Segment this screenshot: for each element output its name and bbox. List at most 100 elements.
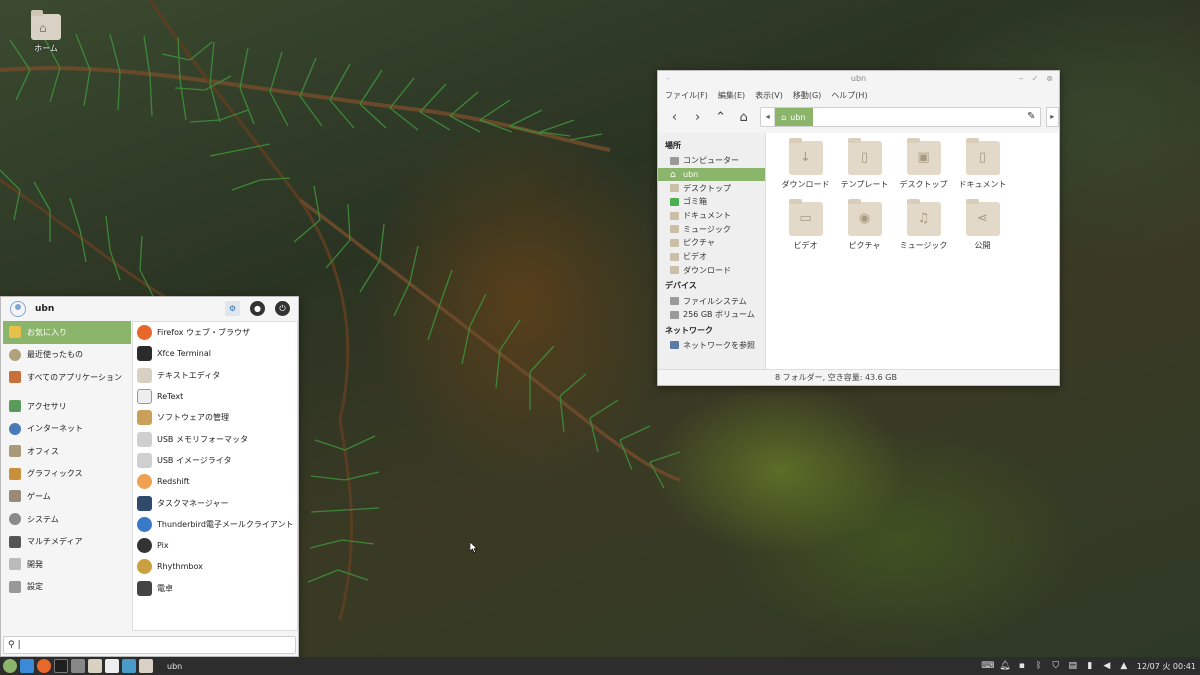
category-internet[interactable]: インターネット (3, 417, 131, 440)
desktop-home-icon[interactable]: ⌂ ホーム (24, 10, 68, 54)
sidebar-item-volume[interactable]: 256 GB ボリューム (658, 308, 765, 322)
chat-icon[interactable]: ▪ (1016, 660, 1028, 672)
terminal-icon[interactable] (54, 659, 68, 673)
location-bar[interactable]: ◂ ⌂ ubn ✎ (760, 107, 1041, 127)
search-input[interactable]: ⚲ | (3, 636, 296, 654)
category-label: システム (27, 514, 59, 524)
sidebar-item-desktop[interactable]: デスクトップ (658, 181, 765, 195)
battery-icon[interactable]: ▮ (1084, 660, 1096, 672)
menu-help[interactable]: ヘルプ(H) (831, 90, 867, 101)
folder-label: デスクトップ (899, 180, 948, 189)
file-manager-icon[interactable] (139, 659, 153, 673)
show-desktop-icon[interactable] (20, 659, 34, 673)
path-crumb-home[interactable]: ⌂ ubn (775, 108, 814, 126)
path-scroll-right-icon[interactable]: ▸ (1045, 107, 1060, 127)
app-usb-image-writer[interactable]: USB イメージライタ (133, 450, 297, 471)
category-recent[interactable]: 最近使ったもの (3, 344, 131, 367)
category-favorites[interactable]: お気に入り (3, 321, 131, 344)
folder-item-desktop[interactable]: ▣ デスクトップ (894, 138, 953, 190)
folder-item-videos[interactable]: ▭ ビデオ (776, 199, 835, 251)
camera-icon: ◉ (847, 199, 882, 236)
app-software-manager[interactable]: ソフトウェアの管理 (133, 407, 297, 428)
menu-file[interactable]: ファイル(F) (665, 90, 708, 101)
sidebar-item-filesystem[interactable]: ファイルシステム (658, 294, 765, 308)
window-menu-icon[interactable]: – (666, 71, 670, 87)
log-out-button[interactable]: ⏻ (275, 301, 290, 316)
app-retext[interactable]: ReText (133, 386, 297, 407)
lock-screen-button[interactable]: ● (250, 301, 265, 316)
folder-item-public[interactable]: ⋖ 公開 (953, 199, 1012, 251)
sidebar-item-label: ピクチャ (683, 238, 715, 248)
taskbar-task-file-manager[interactable]: ubn (159, 657, 190, 675)
sidebar-item-videos[interactable]: ビデオ (658, 250, 765, 264)
sidebar-item-pictures[interactable]: ピクチャ (658, 236, 765, 250)
folder-item-templates[interactable]: ▯ テンプレート (835, 138, 894, 190)
app-calculator[interactable]: 電卓 (133, 578, 297, 599)
keyboard-icon[interactable]: ⌨ (981, 660, 994, 672)
window-titlebar[interactable]: – ubn ‒ ✓ ⊗ (658, 71, 1059, 87)
category-graphics[interactable]: グラフィックス (3, 463, 131, 486)
volume-icon[interactable]: ◀ (1101, 660, 1113, 672)
app-text-editor[interactable]: テキストエディタ (133, 365, 297, 386)
menu-go[interactable]: 移動(G) (793, 90, 821, 101)
clock[interactable]: 12/07 火 00:41 (1137, 661, 1196, 672)
folder-item-pictures[interactable]: ◉ ピクチャ (835, 199, 894, 251)
app-thunderbird[interactable]: Thunderbird電子メールクライアント (133, 514, 297, 535)
menu-view[interactable]: 表示(V) (755, 90, 783, 101)
user-avatar-icon[interactable] (10, 301, 26, 317)
clipboard-icon[interactable]: ▤ (1067, 660, 1079, 672)
home-icon: ⌂ (670, 169, 676, 180)
app-terminal[interactable]: Xfce Terminal (133, 343, 297, 364)
sidebar-item-home[interactable]: ⌂ ubn (658, 167, 765, 182)
forward-button[interactable]: › (687, 106, 708, 128)
network-icon[interactable]: ▲ (1118, 660, 1130, 672)
bluetooth-icon[interactable]: ᛒ (1033, 660, 1045, 672)
back-button[interactable]: ‹ (664, 106, 685, 128)
category-multimedia[interactable]: マルチメディア (3, 530, 131, 553)
shield-icon[interactable]: ⛉ (1050, 660, 1062, 672)
app-task-manager[interactable]: タスクマネージャー (133, 492, 297, 513)
app-firefox[interactable]: Firefox ウェブ・ブラウザ (133, 322, 297, 343)
sidebar-item-computer[interactable]: コンピューター (658, 154, 765, 168)
edit-path-icon[interactable]: ✎ (1027, 111, 1035, 122)
sidebar-item-downloads[interactable]: ダウンロード (658, 264, 765, 278)
app-rhythmbox[interactable]: Rhythmbox (133, 556, 297, 577)
menu-edit[interactable]: 編集(E) (718, 90, 745, 101)
notification-bell-icon[interactable]: 🔔︎ (999, 660, 1011, 672)
close-button[interactable]: ⊗ (1046, 71, 1053, 87)
monitor-icon[interactable] (122, 659, 136, 673)
app-pix[interactable]: Pix (133, 535, 297, 556)
folder-item-documents[interactable]: ▯ ドキュメント (953, 138, 1012, 190)
maximize-button[interactable]: ✓ (1032, 71, 1039, 87)
screenshot-icon[interactable] (71, 659, 85, 673)
folder-label: ダウンロード (781, 180, 830, 189)
firefox-icon[interactable] (37, 659, 51, 673)
up-button[interactable]: ⌃ (710, 106, 731, 128)
folder-item-downloads[interactable]: ↓ ダウンロード (776, 138, 835, 190)
sidebar-item-trash[interactable]: ゴミ箱 (658, 195, 765, 209)
category-label: アクセサリ (27, 401, 67, 411)
menu-button-icon[interactable] (3, 659, 17, 673)
path-scroll-left-icon[interactable]: ◂ (761, 108, 776, 126)
category-settings[interactable]: 設定 (3, 576, 131, 599)
minimize-button[interactable]: ‒ (1019, 71, 1024, 87)
retext-icon[interactable] (105, 659, 119, 673)
text-editor-icon[interactable] (88, 659, 102, 673)
category-games[interactable]: ゲーム (3, 485, 131, 508)
app-usb-formatter[interactable]: USB メモリフォーマッタ (133, 428, 297, 449)
settings-manager-button[interactable]: ⚙ (225, 301, 240, 316)
folder-view[interactable]: ↓ ダウンロード ▯ テンプレート ▣ デスクトップ ▯ ドキュメント ▭ ビデオ ◉ ピク… (766, 133, 1059, 369)
app-redshift[interactable]: Redshift (133, 471, 297, 492)
sidebar-header-devices: デバイス (665, 281, 697, 291)
category-all-applications[interactable]: すべてのアプリケーション (3, 366, 131, 389)
category-development[interactable]: 開発 (3, 553, 131, 576)
folder-item-music[interactable]: ♫ ミュージック (894, 199, 953, 251)
sidebar-item-browse-network[interactable]: ネットワークを参照 (658, 339, 765, 353)
category-accessories[interactable]: アクセサリ (3, 395, 131, 418)
sidebar-item-documents[interactable]: ドキュメント (658, 209, 765, 223)
sidebar-item-music[interactable]: ミュージック (658, 222, 765, 236)
category-system[interactable]: システム (3, 508, 131, 531)
home-button[interactable]: ⌂ (733, 106, 754, 128)
category-office[interactable]: オフィス (3, 440, 131, 463)
rhythmbox-icon (137, 559, 152, 575)
